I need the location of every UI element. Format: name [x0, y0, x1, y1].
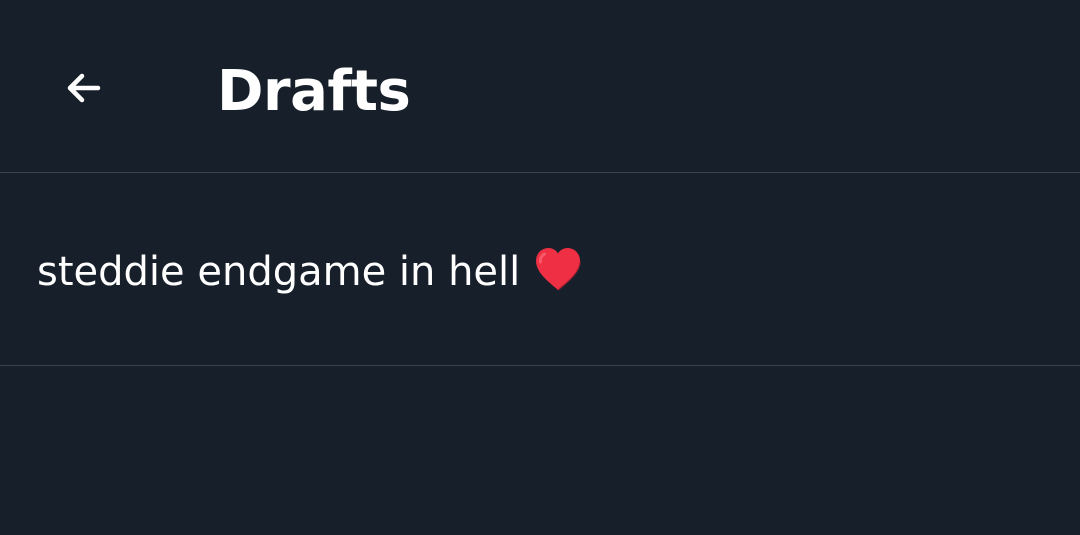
page-title: Drafts — [217, 59, 411, 124]
arrow-left-icon — [58, 62, 110, 114]
draft-content: steddie endgame in hell — [37, 244, 584, 300]
draft-list-item[interactable]: steddie endgame in hell — [0, 173, 1080, 366]
red-heart-icon — [532, 245, 584, 293]
back-button[interactable] — [44, 48, 124, 128]
draft-text: steddie endgame in hell — [37, 249, 521, 295]
top-app-bar: Drafts — [0, 0, 1080, 173]
